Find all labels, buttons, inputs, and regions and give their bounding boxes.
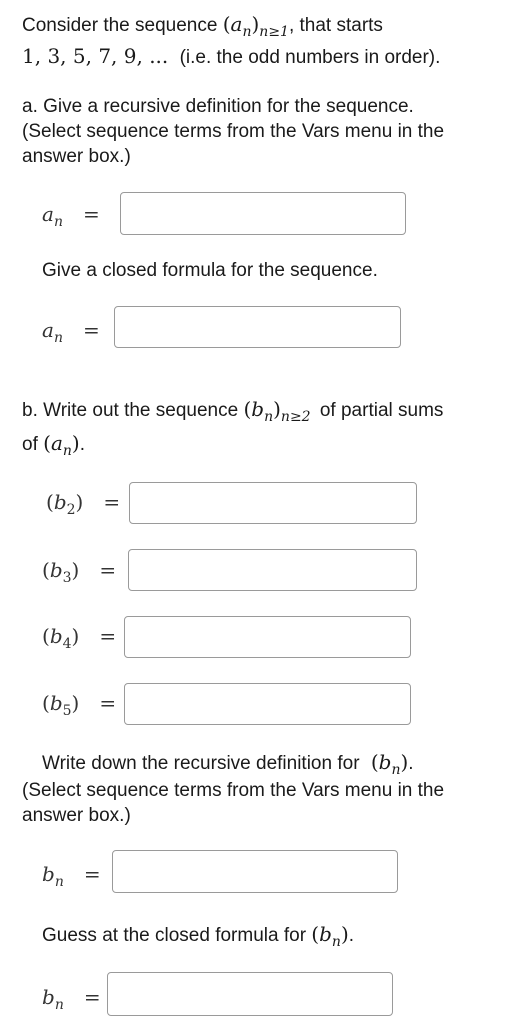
a-closed-label: an = [42, 318, 100, 346]
b-recursive-answer-field[interactable] [112, 850, 398, 893]
part-b-recursive-prompt-line-3: answer box.) [22, 805, 131, 826]
intro-line-1: Consider the sequence (an)n≥1, that star… [22, 12, 383, 40]
part-b-recursive-prompt-line-1: Write down the recursive definition for … [42, 750, 414, 778]
b-closed-label: bn = [42, 985, 101, 1013]
sequence-a-notation: (an)n≥1 [222, 12, 289, 40]
a-recursive-answer-field[interactable] [120, 192, 406, 235]
part-b-closed-prompt: Guess at the closed formula for (bn). [42, 922, 355, 950]
b5-answer-field[interactable] [124, 683, 411, 725]
b-closed-answer-field[interactable] [107, 972, 393, 1016]
part-a-prompt-line-3: answer box.) [22, 146, 131, 167]
part-b-prompt-line-1: b. Write out the sequence (bn)n≥2 of par… [22, 397, 444, 425]
b4-label: (b4) = [42, 624, 117, 652]
b5-label: (b5) = [42, 691, 117, 719]
b3-answer-field[interactable] [128, 549, 417, 591]
part-a-prompt-line-1: a. Give a recursive definition for the s… [22, 96, 414, 117]
intro-suffix: , that starts [288, 15, 383, 36]
b2-label: (b2) = [46, 490, 121, 518]
part-b-prompt-line-2: of (an). [22, 431, 86, 459]
b2-answer-field[interactable] [129, 482, 417, 524]
b4-answer-field[interactable] [124, 616, 411, 658]
intro-prefix: Consider the sequence [22, 15, 218, 36]
part-a-closed-prompt: Give a closed formula for the sequence. [42, 260, 378, 281]
part-b-recursive-prompt-line-2: (Select sequence terms from the Vars men… [22, 780, 445, 801]
b3-label: (b3) = [42, 558, 117, 586]
part-a-prompt-line-2: (Select sequence terms from the Vars men… [22, 121, 445, 142]
intro-note: (i.e. the odd numbers in order). [179, 47, 441, 68]
b-recursive-label: bn = [42, 862, 101, 890]
a-recursive-label: an = [42, 202, 100, 230]
a-closed-answer-field[interactable] [114, 306, 401, 348]
sequence-b-notation: (bn)n≥2 [243, 397, 311, 425]
intro-line-2: 1, 3, 5, 7, 9, ... (i.e. the odd numbers… [22, 44, 440, 70]
odd-terms: 1, 3, 5, 7, 9, ... [22, 44, 169, 68]
